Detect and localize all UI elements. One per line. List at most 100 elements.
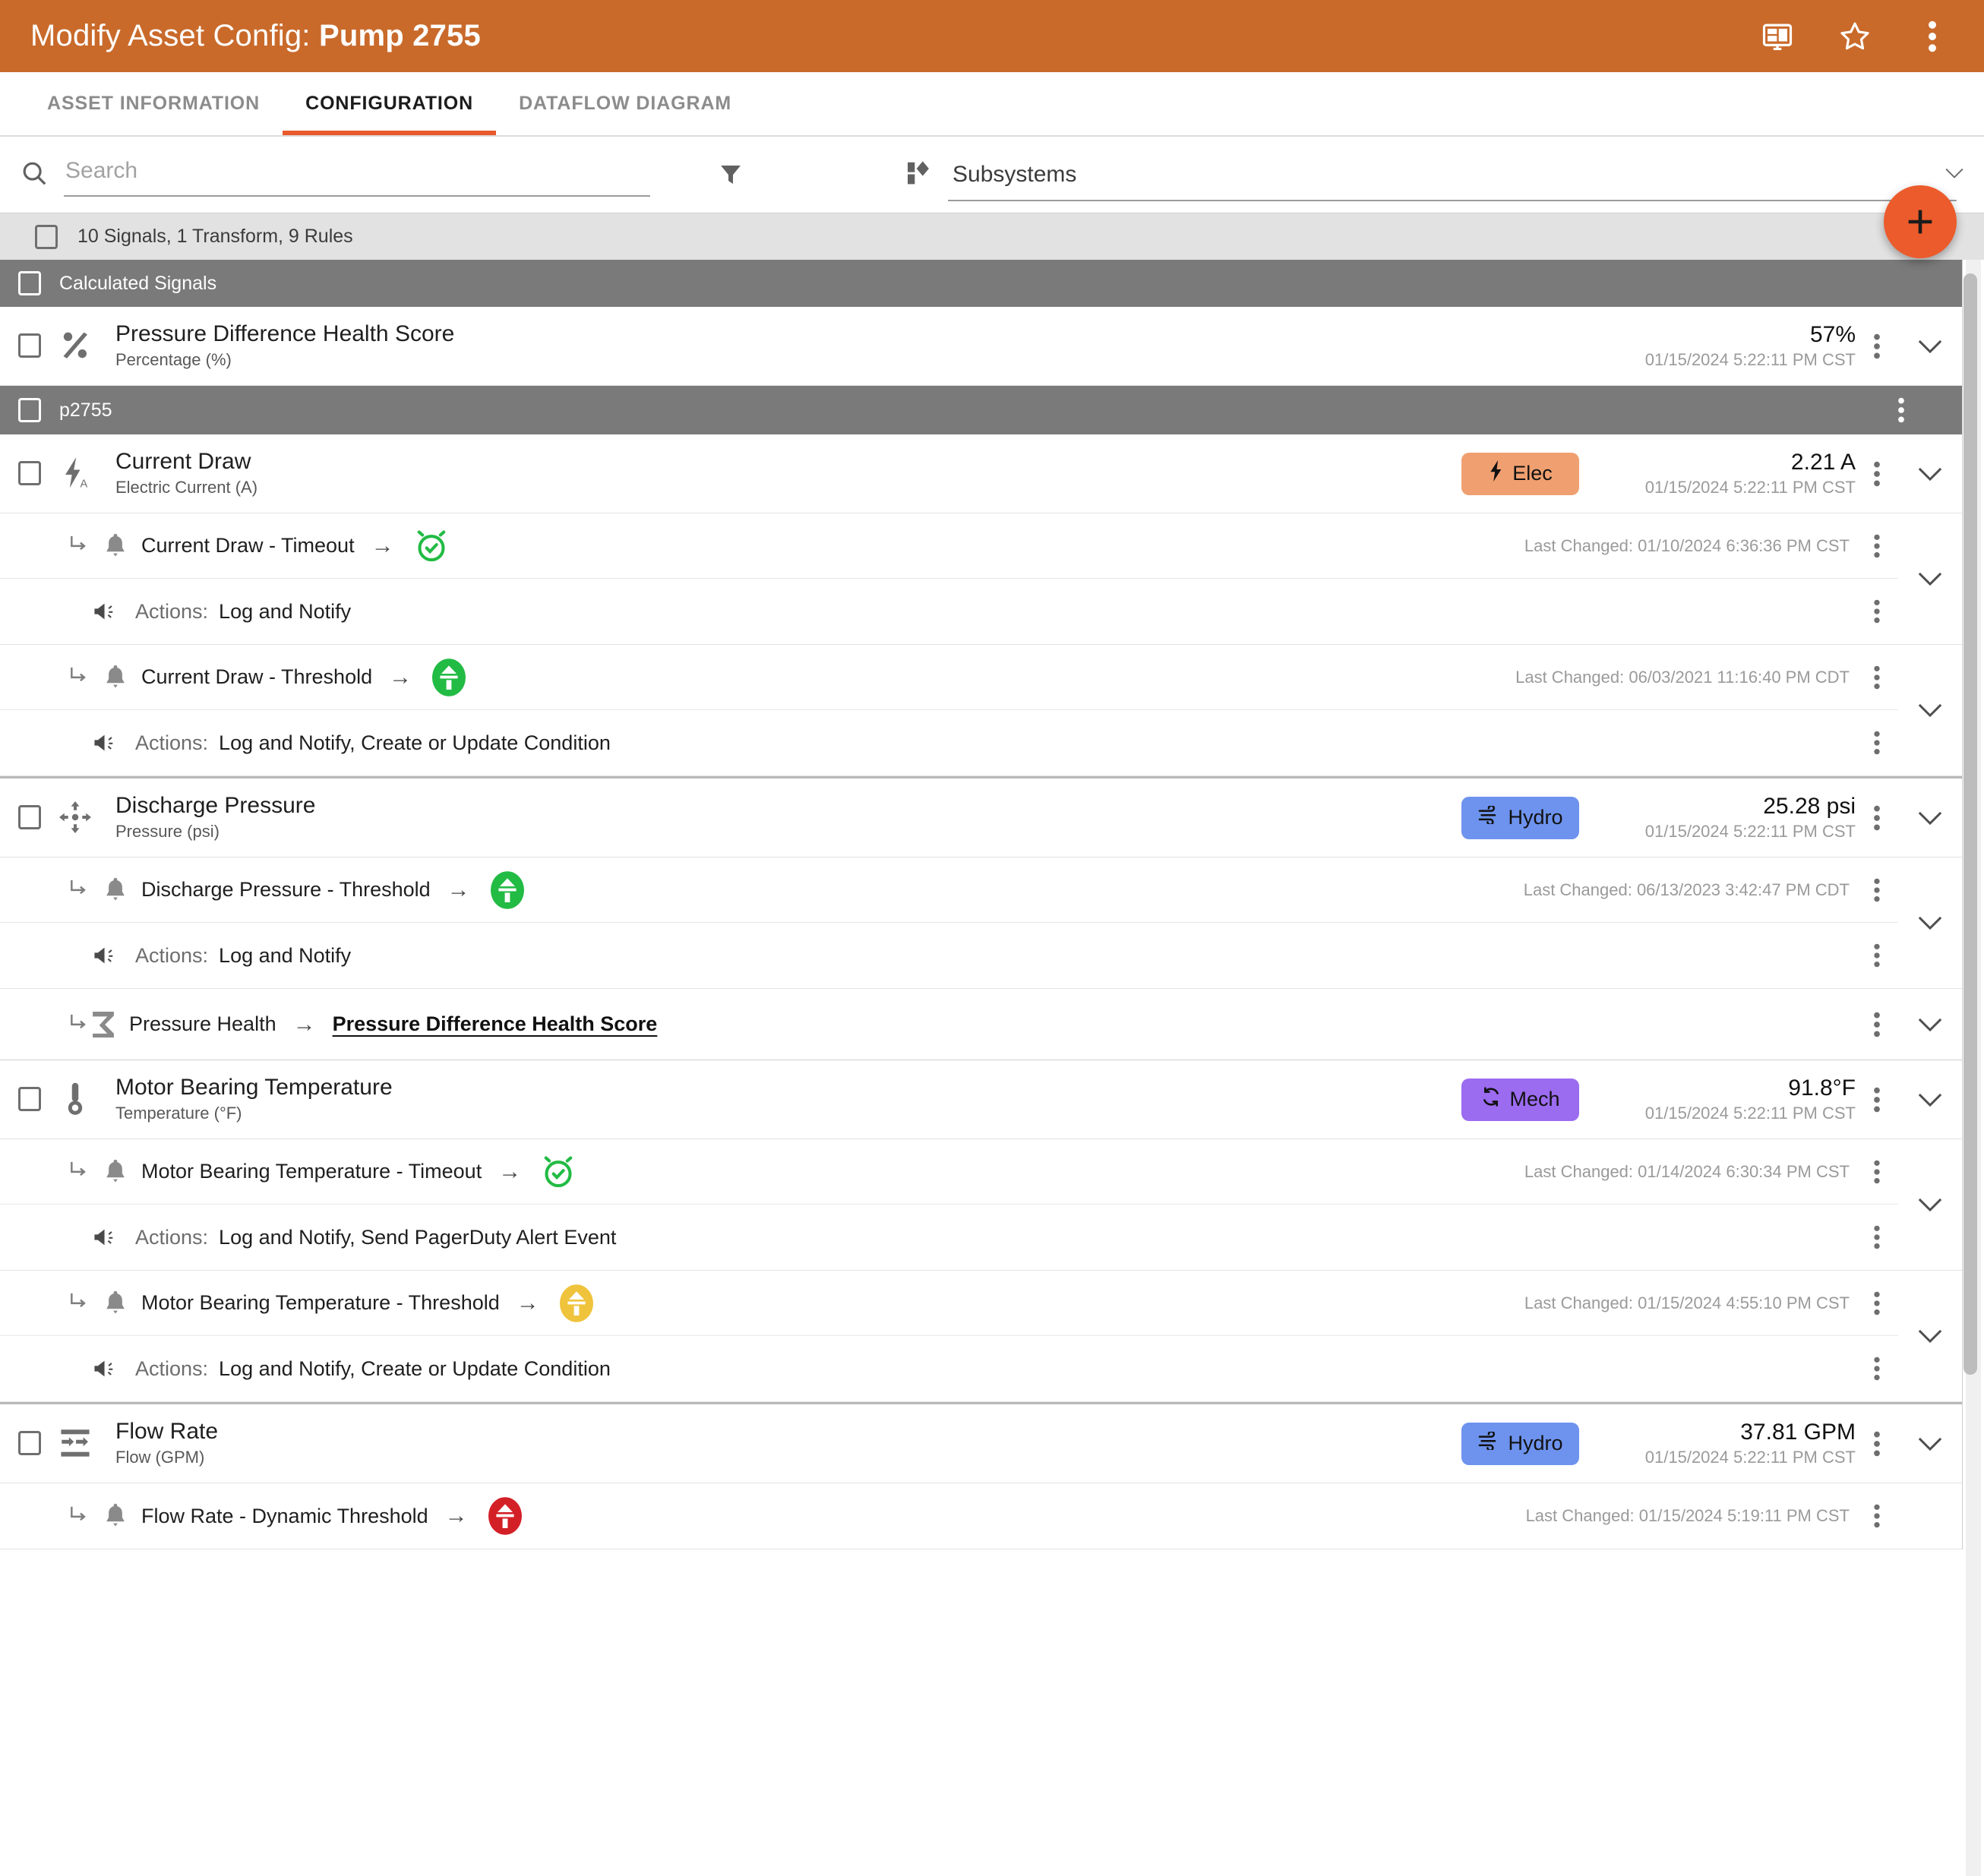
group-checkbox[interactable]: [18, 398, 41, 422]
signal-row[interactable]: Discharge Pressure Pressure (psi) Hydro: [0, 779, 1962, 857]
rule-row[interactable]: Discharge Pressure - Threshold → Last Ch…: [0, 857, 1898, 923]
status-badge[interactable]: Elec: [1461, 453, 1579, 495]
scrollbar-thumb[interactable]: [1963, 273, 1977, 1375]
rule-expand-icon[interactable]: [1898, 857, 1962, 988]
rule-more-icon[interactable]: [1856, 878, 1898, 902]
action-value: Log and Notify: [219, 600, 351, 624]
rotate-icon: [1480, 1087, 1502, 1112]
action-label: Actions:: [135, 600, 208, 624]
status-badge[interactable]: Hydro: [1461, 1423, 1579, 1465]
rule-row[interactable]: Current Draw - Timeout → Last Changed: 0…: [0, 513, 1898, 579]
signal-expand-icon[interactable]: [1898, 1436, 1962, 1451]
chevron-down-icon[interactable]: [1945, 167, 1964, 183]
action-more-icon[interactable]: [1856, 1225, 1898, 1249]
action-more-icon[interactable]: [1856, 943, 1898, 968]
rule-name: Discharge Pressure - Threshold: [141, 878, 431, 902]
transform-expand-icon[interactable]: [1898, 1017, 1962, 1032]
rule-more-icon[interactable]: [1856, 1291, 1898, 1315]
status-badge[interactable]: Hydro: [1461, 797, 1579, 839]
rule-list: Discharge Pressure - Threshold → Last Ch…: [0, 857, 1898, 988]
transform-more-icon[interactable]: [1856, 1012, 1898, 1037]
status-badge[interactable]: Mech: [1461, 1079, 1579, 1121]
rule-list: Current Draw - Timeout → Last Changed: 0…: [0, 513, 1898, 644]
more-vert-icon[interactable]: [1916, 20, 1949, 53]
signal-row[interactable]: A Current Draw Electric Current (A) Elec…: [0, 434, 1962, 513]
signal-value: 37.81 GPM: [1605, 1420, 1856, 1445]
signal-expand-icon[interactable]: [1898, 466, 1962, 482]
rule-expand-icon[interactable]: [1898, 1139, 1962, 1270]
add-button[interactable]: [1884, 185, 1957, 258]
signal-right: Hydro 25.28 psi 01/15/2024 5:22:11 PM CS…: [1461, 794, 1962, 842]
action-row[interactable]: Actions: Log and Notify, Create or Updat…: [0, 1336, 1898, 1401]
rule-row[interactable]: Motor Bearing Temperature - Timeout → La…: [0, 1139, 1898, 1205]
action-more-icon[interactable]: [1856, 599, 1898, 624]
signal-more-icon[interactable]: [1856, 805, 1898, 831]
group-more-icon[interactable]: [1880, 397, 1922, 423]
signal-checkbox[interactable]: [18, 461, 41, 485]
signal-row[interactable]: Pressure Difference Health Score Percent…: [0, 307, 1962, 386]
rule-expand-icon[interactable]: [1898, 513, 1962, 644]
rule-block: Current Draw - Threshold → Last Changed:…: [0, 645, 1962, 776]
rule-more-icon[interactable]: [1856, 1504, 1898, 1528]
signal-checkbox[interactable]: [18, 333, 41, 358]
search-input[interactable]: [65, 158, 673, 191]
signal-more-icon[interactable]: [1856, 333, 1898, 359]
action-row[interactable]: Actions: Log and Notify: [0, 923, 1898, 988]
rule-block: Motor Bearing Temperature - Timeout → La…: [0, 1139, 1962, 1271]
signal-expand-icon[interactable]: [1898, 1092, 1962, 1107]
rule-row[interactable]: Motor Bearing Temperature - Threshold → …: [0, 1271, 1898, 1336]
rule-more-icon[interactable]: [1856, 534, 1898, 558]
action-label: Actions:: [135, 1226, 208, 1249]
transform-target-link[interactable]: Pressure Difference Health Score: [333, 1012, 658, 1036]
select-all-checkbox[interactable]: [35, 225, 58, 249]
signal-more-icon[interactable]: [1856, 1087, 1898, 1113]
action-row[interactable]: Actions: Log and Notify, Create or Updat…: [0, 710, 1898, 775]
group-header-calculated-signals[interactable]: Calculated Signals: [0, 260, 1962, 307]
rule-arrow-icon: →: [447, 879, 470, 902]
signal-checkbox[interactable]: [18, 805, 41, 829]
signal-left: Motor Bearing Temperature Temperature (°…: [18, 1074, 393, 1125]
action-row[interactable]: Actions: Log and Notify, Send PagerDuty …: [0, 1205, 1898, 1270]
tab-dataflow-diagram[interactable]: DATAFLOW DIAGRAM: [496, 72, 754, 135]
group-checkbox[interactable]: [18, 271, 41, 295]
action-more-icon[interactable]: [1856, 731, 1898, 755]
funnel-icon[interactable]: [708, 152, 753, 197]
signal-checkbox[interactable]: [18, 1087, 41, 1111]
group-header-p2755[interactable]: p2755: [0, 386, 1962, 434]
bolt-icon: [1488, 460, 1505, 487]
signal-text: Discharge Pressure Pressure (psi): [115, 792, 315, 843]
tab-asset-information[interactable]: ASSET INFORMATION: [24, 72, 283, 135]
rule-arrow-icon: →: [445, 1505, 468, 1527]
signal-left: Discharge Pressure Pressure (psi): [18, 792, 315, 843]
signal-more-icon[interactable]: [1856, 1431, 1898, 1457]
rule-row[interactable]: Flow Rate - Dynamic Threshold → Last Cha…: [0, 1483, 1898, 1549]
action-row[interactable]: Actions: Log and Notify: [0, 579, 1898, 644]
rule-last-changed: Last Changed: 06/13/2023 3:42:47 PM CDT: [1524, 880, 1856, 900]
signal-more-icon[interactable]: [1856, 461, 1898, 487]
rule-more-icon[interactable]: [1856, 1160, 1898, 1184]
subitem-arrow-icon: [68, 1505, 88, 1528]
dashboard-icon[interactable]: [1761, 20, 1794, 53]
signal-expand-icon[interactable]: [1898, 810, 1962, 826]
tab-configuration[interactable]: CONFIGURATION: [283, 72, 496, 135]
signal-row[interactable]: Flow Rate Flow (GPM) Hydro: [0, 1404, 1962, 1483]
rule-list: Current Draw - Threshold → Last Changed:…: [0, 645, 1898, 775]
signal-row[interactable]: Motor Bearing Temperature Temperature (°…: [0, 1060, 1962, 1139]
signal-expand-icon[interactable]: [1898, 339, 1962, 354]
rule-expand-icon[interactable]: [1898, 1271, 1962, 1401]
rule-more-icon[interactable]: [1856, 665, 1898, 690]
star-icon[interactable]: [1838, 20, 1872, 53]
scrollbar-track[interactable]: [1966, 260, 1981, 1876]
svg-text:A: A: [80, 478, 87, 491]
signal-right: Elec 2.21 A 01/15/2024 5:22:11 PM CST: [1461, 450, 1962, 497]
rule-expand-icon[interactable]: [1898, 1483, 1962, 1549]
transform-row[interactable]: Pressure Health → Pressure Difference He…: [0, 989, 1962, 1060]
rule-row[interactable]: Current Draw - Threshold → Last Changed:…: [0, 645, 1898, 710]
summary-text: 10 Signals, 1 Transform, 9 Rules: [77, 226, 353, 248]
bell-icon: [100, 1159, 131, 1185]
flow-icon: [58, 1423, 93, 1463]
action-more-icon[interactable]: [1856, 1356, 1898, 1381]
signal-checkbox[interactable]: [18, 1431, 41, 1455]
rule-expand-icon[interactable]: [1898, 645, 1962, 775]
subsystems-select[interactable]: Subsystems: [905, 147, 1964, 203]
